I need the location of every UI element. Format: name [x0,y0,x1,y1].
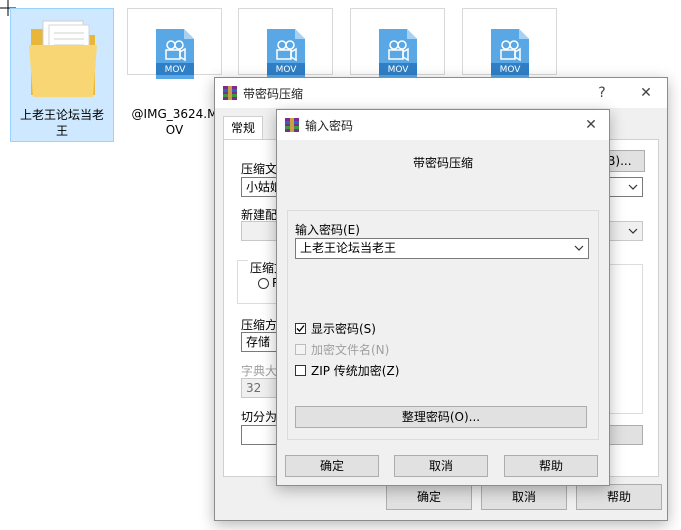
password-label: 输入密码(E) [295,223,360,237]
encrypt-filenames-label: 加密文件名(N) [311,343,390,357]
close-button[interactable]: ✕ [635,82,657,104]
password-dialog-titlebar[interactable]: 输入密码 ✕ [277,110,609,140]
ok-button-label: 确定 [416,490,441,504]
help-action-button[interactable]: 帮助 [576,484,662,510]
password-dialog-title: 输入密码 [305,119,354,133]
file-item-folder[interactable]: 上老王论坛当老王 [10,8,114,142]
password-dialog-heading: 带密码压缩 [412,156,473,170]
show-password-checkbox[interactable] [295,323,306,334]
method-label: 压缩方 [241,318,278,332]
cancel-button-label: 取消 [428,459,453,473]
mov-badge: MOV [387,65,409,75]
help-button-label: 帮助 [606,490,631,504]
ok-button[interactable]: 确定 [386,484,472,510]
close-button[interactable]: ✕ [580,114,602,136]
chevron-down-icon [628,228,638,234]
video-thumbnail: MOV [462,8,557,79]
password-ok-button[interactable]: 确定 [285,455,379,477]
mov-badge: MOV [499,65,521,75]
archive-name-label: 压缩文 [241,162,278,176]
chevron-down-icon [628,184,638,190]
ok-button-label: 确定 [319,459,344,473]
winrar-icon [285,118,299,132]
help-button[interactable]: ? [591,82,613,104]
method-value: 存储 [246,335,271,349]
zip-legacy-label: ZIP 传统加密(Z) [311,364,400,378]
winrar-icon [223,86,237,100]
zip-legacy-checkbox[interactable] [295,365,306,376]
chevron-down-icon [574,245,584,251]
tab-general[interactable]: 常规 [223,116,263,140]
video-thumbnail: MOV [127,8,222,79]
encrypt-filenames-checkbox[interactable] [295,344,306,355]
archive-dialog-titlebar[interactable]: 带密码压缩 ? ✕ [215,78,667,108]
password-input[interactable]: 上老王论坛当老王 [295,238,589,259]
password-dialog: 输入密码 ✕ 带密码压缩 输入密码(E) 上老王论坛当老王 显示密码(S) 加密… [276,109,610,486]
cancel-button-label: 取消 [511,490,536,504]
cancel-button[interactable]: 取消 [481,484,567,510]
dict-label: 字典大 [241,364,278,378]
file-label: 上老王论坛当老王 [19,108,104,138]
help-button-label: 帮助 [538,459,563,473]
organize-passwords-label: 整理密码(O)... [401,410,481,424]
archive-dialog-title: 带密码压缩 [243,87,304,101]
format-radio[interactable] [258,278,269,289]
password-value: 上老王论坛当老王 [300,241,397,255]
checkmark-icon [296,325,305,332]
file-label: @IMG_3624.MOV [131,107,218,137]
video-thumbnail: MOV [238,8,333,79]
dict-value: 32 [246,381,262,395]
folder-icon [29,20,97,97]
tab-general-label: 常规 [230,121,255,135]
show-password-label: 显示密码(S) [311,322,376,336]
password-help-button[interactable]: 帮助 [504,455,598,477]
video-thumbnail: MOV [350,8,445,79]
mov-badge: MOV [164,65,186,75]
organize-passwords-button[interactable]: 整理密码(O)... [295,406,587,428]
password-cancel-button[interactable]: 取消 [394,455,488,477]
split-label: 切分为 [241,410,278,424]
mov-badge: MOV [275,65,297,75]
